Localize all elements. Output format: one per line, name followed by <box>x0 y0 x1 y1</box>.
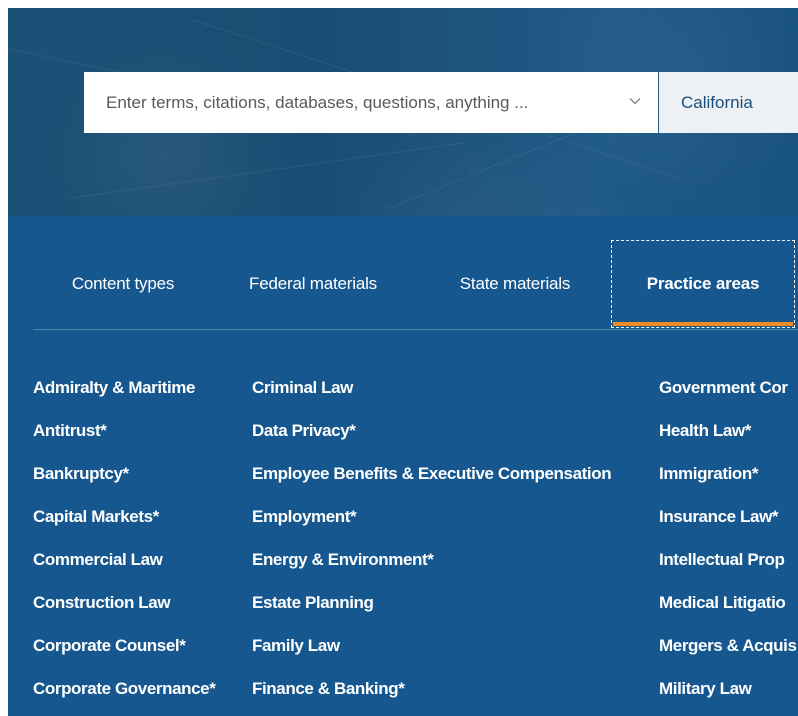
page: California Content types Federal materia… <box>0 0 798 716</box>
search-input[interactable] <box>106 92 606 113</box>
tab-federal-materials[interactable]: Federal materials <box>232 240 394 328</box>
practice-area-link[interactable]: Intellectual Prop <box>659 538 797 581</box>
practice-areas-column-2: Criminal Law Data Privacy* Employee Bene… <box>252 366 612 710</box>
practice-area-link[interactable]: Mergers & Acquis <box>659 624 797 667</box>
practice-area-link[interactable]: Family Law <box>252 624 611 667</box>
practice-areas-column-3: Government Cor Health Law* Immigration* … <box>659 366 797 710</box>
practice-area-link[interactable]: Commercial Law <box>33 538 215 581</box>
research-panel: California Content types Federal materia… <box>8 8 798 716</box>
practice-area-link[interactable]: Corporate Counsel* <box>33 624 215 667</box>
practice-area-link[interactable]: Bankruptcy* <box>33 452 215 495</box>
practice-area-link[interactable]: Energy & Environment* <box>252 538 611 581</box>
practice-areas-list: Admiralty & Maritime Antitrust* Bankrupt… <box>8 366 798 716</box>
practice-area-link[interactable]: Health Law* <box>659 409 797 452</box>
practice-area-link[interactable]: Construction Law <box>33 581 215 624</box>
practice-area-link[interactable]: Insurance Law* <box>659 495 797 538</box>
practice-area-link[interactable]: Government Cor <box>659 366 797 409</box>
search-hero: California <box>8 8 798 216</box>
search-box <box>84 72 658 133</box>
chevron-down-icon[interactable] <box>628 94 642 108</box>
practice-area-link[interactable]: Data Privacy* <box>252 409 611 452</box>
practice-area-link[interactable]: Military Law <box>659 667 797 710</box>
tab-label: Federal materials <box>249 274 377 293</box>
tab-bar: Content types Federal materials State ma… <box>8 240 798 330</box>
practice-area-link[interactable]: Employment* <box>252 495 611 538</box>
tab-state-materials[interactable]: State materials <box>434 240 596 328</box>
practice-area-link[interactable]: Corporate Governance* <box>33 667 216 710</box>
practice-area-link[interactable]: Medical Litigatio <box>659 581 797 624</box>
practice-area-link[interactable]: Finance & Banking* <box>252 667 611 710</box>
tab-label: Practice areas <box>646 274 760 293</box>
practice-area-link[interactable]: Capital Markets* <box>33 495 215 538</box>
tabs-divider <box>33 329 798 330</box>
practice-areas-column-1: Admiralty & Maritime Antitrust* Bankrupt… <box>33 366 216 710</box>
tab-practice-areas[interactable]: Practice areas <box>611 240 795 328</box>
practice-area-link[interactable]: Admiralty & Maritime <box>33 366 215 409</box>
tab-content-types[interactable]: Content types <box>33 240 213 328</box>
practice-area-link[interactable]: Immigration* <box>659 452 797 495</box>
tab-label: Content types <box>71 274 175 293</box>
jurisdiction-label: California <box>681 92 753 112</box>
practice-area-link[interactable]: Criminal Law <box>252 366 611 409</box>
practice-area-link[interactable]: Employee Benefits & Executive Compensati… <box>252 452 612 495</box>
practice-area-link[interactable]: Antitrust* <box>33 409 215 452</box>
tab-label: State materials <box>459 274 571 293</box>
jurisdiction-selector[interactable]: California <box>659 72 798 133</box>
practice-area-link[interactable]: Estate Planning <box>252 581 611 624</box>
